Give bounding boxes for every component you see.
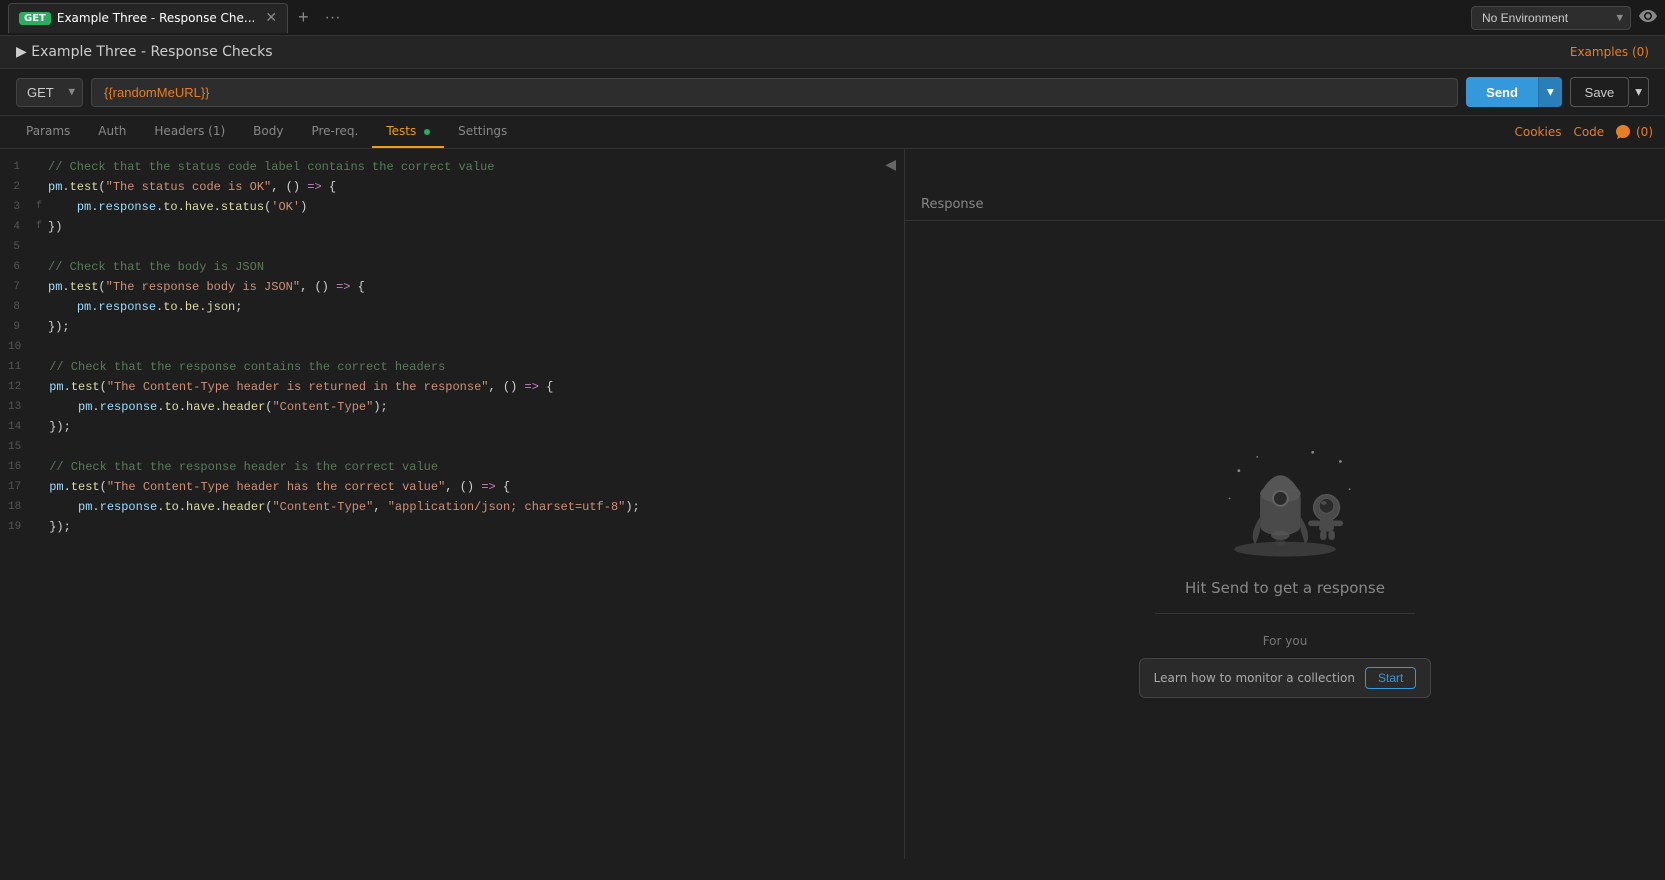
env-select-wrap: No Environment — [1471, 6, 1631, 30]
code-line-8: 8 pm.response.to.be.json; — [0, 297, 904, 317]
response-empty-state: Hit Send to get a response For you Learn… — [1139, 221, 1432, 859]
env-select[interactable]: No Environment — [1471, 6, 1631, 30]
save-button[interactable]: Save — [1570, 77, 1630, 107]
monitor-collection-text: Learn how to monitor a collection — [1154, 671, 1355, 685]
top-bar: GET Example Three - Response Che... ✕ + … — [0, 0, 1665, 36]
monitor-collection-card: Learn how to monitor a collection Start — [1139, 658, 1432, 698]
fold-icon-4[interactable]: f — [36, 217, 48, 237]
save-button-group: Save ▾ — [1570, 77, 1649, 107]
get-badge: GET — [19, 12, 51, 25]
tab-headers[interactable]: Headers (1) — [140, 116, 239, 148]
send-button-group: Send ▾ — [1466, 77, 1562, 107]
tab-body[interactable]: Body — [239, 116, 297, 148]
code-line-15: 15 — [0, 437, 904, 457]
start-button[interactable]: Start — [1365, 667, 1416, 689]
top-bar-right: No Environment — [1471, 6, 1657, 30]
code-line-2: 2 pm.test("The status code is OK", () =>… — [0, 177, 904, 197]
code-editor[interactable]: 1 // Check that the status code label co… — [0, 149, 904, 859]
code-line-5: 5 — [0, 237, 904, 257]
rocket-illustration — [1205, 443, 1365, 563]
more-tabs-button[interactable]: ··· — [319, 9, 347, 27]
code-line-6: 6 // Check that the body is JSON — [0, 257, 904, 277]
request-tabs-row: Params Auth Headers (1) Body Pre-req. Te… — [0, 116, 1665, 149]
response-label: Response — [921, 197, 983, 212]
tab-prereq[interactable]: Pre-req. — [297, 116, 372, 148]
tab-settings[interactable]: Settings — [444, 116, 521, 148]
tests-dot-indicator — [424, 129, 430, 135]
code-line-12: 12 pm.test("The Content-Type header is r… — [0, 377, 904, 397]
tab-title: Example Three - Response Che... — [57, 11, 255, 25]
code-line-4: 4 f }) — [0, 217, 904, 237]
eye-button[interactable] — [1639, 9, 1657, 27]
request-title: ▶ Example Three - Response Checks — [16, 44, 273, 60]
active-tab[interactable]: GET Example Three - Response Che... ✕ — [8, 3, 288, 33]
code-link[interactable]: Code — [1573, 125, 1604, 139]
send-button[interactable]: Send — [1466, 77, 1538, 107]
method-select-wrap: GET — [16, 78, 83, 107]
add-tab-button[interactable]: + — [292, 7, 315, 28]
response-header-bar: Response — [905, 189, 1665, 221]
fold-icon-3[interactable]: f — [36, 197, 48, 217]
code-line-18: 18 pm.response.to.have.header("Content-T… — [0, 497, 904, 517]
code-line-17: 17 pm.test("The Content-Type header has … — [0, 477, 904, 497]
tab-tests[interactable]: Tests — [372, 116, 444, 148]
for-you-section: For you Learn how to monitor a collectio… — [1139, 634, 1432, 698]
for-you-label: For you — [1263, 634, 1308, 648]
send-dropdown-button[interactable]: ▾ — [1538, 77, 1562, 107]
cookies-link[interactable]: Cookies — [1514, 125, 1561, 139]
examples-link[interactable]: Examples (0) — [1570, 45, 1649, 59]
tab-params[interactable]: Params — [12, 116, 84, 148]
code-line-9: 9 }); — [0, 317, 904, 337]
collapse-panel-button[interactable]: ◀ — [885, 157, 896, 173]
code-line-3: 3 f pm.response.to.have.status('OK') — [0, 197, 904, 217]
close-tab-icon[interactable]: ✕ — [265, 10, 277, 26]
url-input[interactable] — [91, 78, 1458, 107]
code-line-14: 14 }); — [0, 417, 904, 437]
main-content: 1 // Check that the status code label co… — [0, 149, 1665, 859]
response-panel: Response — [905, 149, 1665, 859]
code-editor-panel: 1 // Check that the status code label co… — [0, 149, 905, 859]
code-line-7: 7 pm.test("The response body is JSON", (… — [0, 277, 904, 297]
comments-link[interactable]: (0) — [1616, 125, 1653, 140]
method-select[interactable]: GET — [16, 78, 83, 107]
code-line-13: 13 pm.response.to.have.header("Content-T… — [0, 397, 904, 417]
code-line-19: 19 }); — [0, 517, 904, 537]
url-bar: GET Send ▾ Save ▾ — [0, 69, 1665, 116]
code-line-11: 11 // Check that the response contains t… — [0, 357, 904, 377]
save-dropdown-button[interactable]: ▾ — [1629, 77, 1649, 107]
code-line-1: 1 // Check that the status code label co… — [0, 157, 904, 177]
code-line-10: 10 — [0, 337, 904, 357]
divider — [1155, 613, 1415, 614]
tab-auth[interactable]: Auth — [84, 116, 140, 148]
request-title-bar: ▶ Example Three - Response Checks Exampl… — [0, 36, 1665, 69]
hit-send-text: Hit Send to get a response — [1185, 579, 1385, 597]
code-line-16: 16 // Check that the response header is … — [0, 457, 904, 477]
tabs-right-group: Cookies Code (0) — [1514, 125, 1653, 140]
